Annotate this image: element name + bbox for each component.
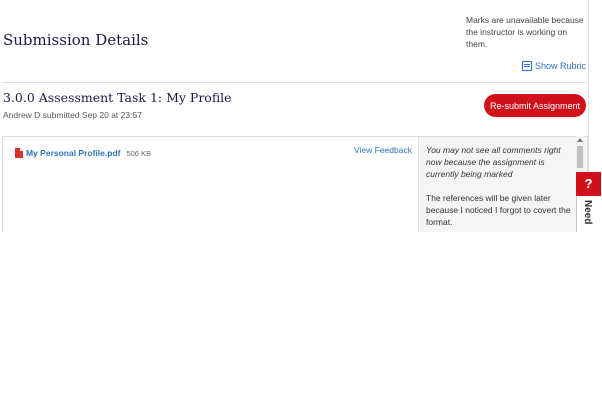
resubmit-assignment-button[interactable]: Re-submit Assignment	[484, 94, 586, 117]
page-title: Submission Details	[3, 31, 149, 49]
view-feedback-link[interactable]: View Feedback	[354, 145, 412, 155]
show-rubric-label: Show Rubric	[535, 61, 587, 71]
marks-unavailable-note: Marks are unavailable because the instru…	[466, 15, 584, 49]
comments-panel: You may not see all comments right now b…	[418, 137, 587, 232]
pdf-icon	[15, 148, 23, 158]
submission-meta: Andrew D submitted Sep 20 at 23:57	[3, 110, 142, 120]
need-help-tab[interactable]: Need	[576, 196, 602, 232]
file-row: My Personal Profile.pdf 506 KB	[15, 148, 151, 158]
scroll-up-icon[interactable]	[577, 138, 583, 142]
rubric-icon	[522, 61, 532, 71]
file-download-link[interactable]: My Personal Profile.pdf	[26, 148, 120, 158]
submission-preview-panel: My Personal Profile.pdf 506 KB View Feed…	[2, 136, 588, 232]
file-size: 506 KB	[126, 148, 152, 158]
comment-list: You may not see all comments right now b…	[426, 144, 576, 232]
marking-notice: You may not see all comments right now b…	[426, 145, 561, 179]
divider	[2, 82, 586, 83]
help-icon[interactable]: ?	[576, 172, 601, 196]
comment-body: The references will be given later becau…	[426, 193, 571, 227]
submission-page: Submission Details Marks are unavailable…	[0, 0, 602, 232]
scroll-thumb[interactable]	[577, 146, 583, 168]
assignment-title: 3.0.0 Assessment Task 1: My Profile	[3, 90, 232, 105]
need-help-label: Need	[582, 200, 593, 225]
show-rubric-link[interactable]: Show Rubric	[522, 61, 586, 71]
